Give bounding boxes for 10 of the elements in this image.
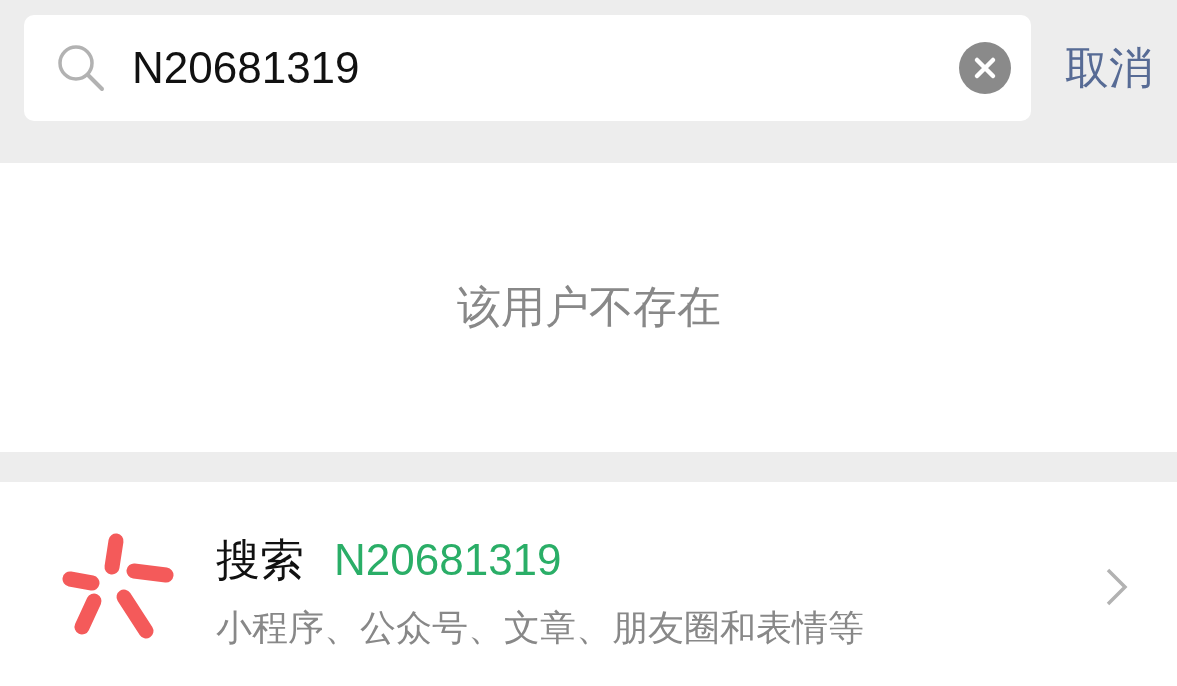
- empty-message: 该用户不存在: [456, 280, 721, 334]
- search-label: 搜索: [216, 533, 304, 587]
- search-query: N20681319: [334, 535, 562, 585]
- chevron-right-icon[interactable]: [1105, 567, 1129, 607]
- cancel-button[interactable]: 取消: [1065, 38, 1153, 98]
- search-description: 小程序、公众号、文章、朋友圈和表情等: [216, 606, 865, 650]
- search-input[interactable]: N20681319: [132, 43, 959, 93]
- search-icon: [56, 43, 106, 93]
- clear-button[interactable]: [959, 42, 1011, 94]
- search-field[interactable]: N20681319: [24, 15, 1031, 121]
